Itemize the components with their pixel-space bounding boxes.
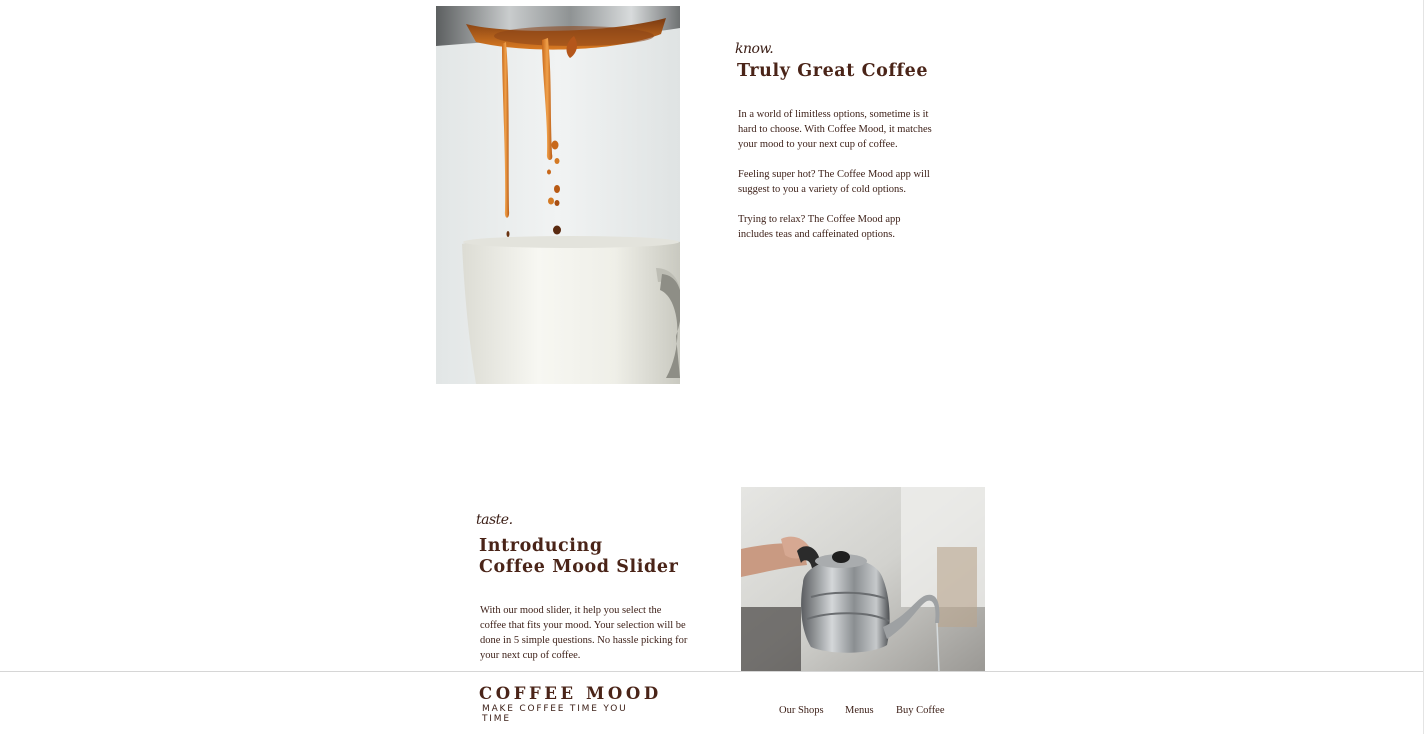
heading-line: Coffee Mood Slider [479,557,679,577]
nav-link-our-shops[interactable]: Our Shops [779,705,824,716]
section-kicker-know: know. [735,41,774,57]
espresso-pour-illustration [436,6,680,384]
pour-over-kettle-photo [741,487,985,672]
intro-paragraph: Trying to relax? The Coffee Mood app inc… [738,214,901,240]
brand-logo-text[interactable]: COFFEE MOOD [479,684,662,703]
kettle-illustration [741,487,985,672]
brand-tagline: MAKE COFFEE TIME YOU TIME [482,704,628,724]
section-heading-truly-great-coffee: Truly Great Coffee [737,61,929,81]
heading-line: Introducing [479,536,603,556]
nav-link-buy-coffee[interactable]: Buy Coffee [896,705,945,716]
section-kicker-taste: taste. [476,512,513,528]
section-heading-mood-slider: Introducing Coffee Mood Slider [479,536,678,578]
site-footer-bar: COFFEE MOOD MAKE COFFEE TIME YOU TIME Ou… [0,671,1424,734]
intro-paragraph: In a world of limitless options, sometim… [738,109,932,150]
nav-link-menus[interactable]: Menus [845,705,874,716]
espresso-pour-photo [436,6,680,384]
intro-paragraph: Feeling super hot? The Coffee Mood app w… [738,169,930,195]
slider-paragraph: With our mood slider, it help you select… [480,605,688,661]
window-scroll-edge [1423,0,1424,734]
page: know. Truly Great Coffee In a world of l… [0,0,1426,734]
